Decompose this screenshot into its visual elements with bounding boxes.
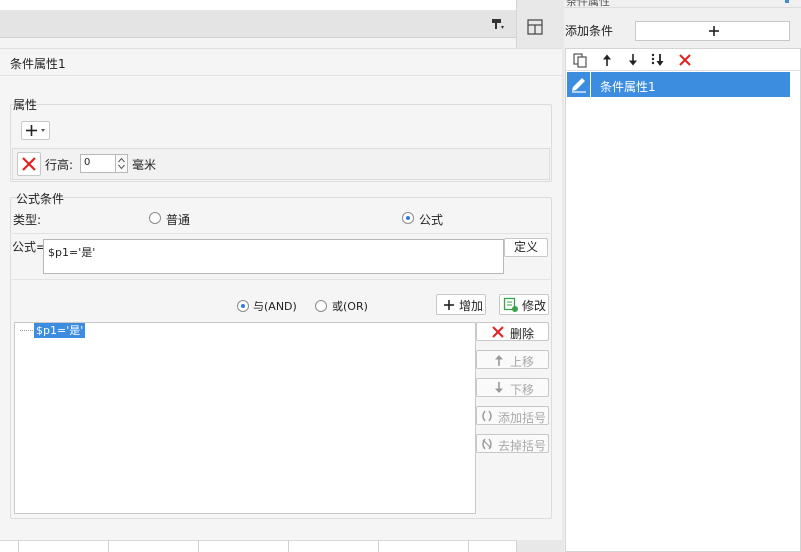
type-divider [12,233,550,234]
logic-and-radio[interactable] [237,300,249,312]
formula-input[interactable]: $p1='是' [43,239,504,274]
type-normal-radio[interactable] [149,212,161,224]
condition-item-label: 条件属性1 [600,80,656,94]
copy-icon[interactable] [572,52,588,68]
condition-list-item[interactable]: $p1='是' [34,323,86,338]
bottom-grid-strip [0,540,516,552]
add-condition-text: 添加条件 [565,24,614,38]
logic-or-radio[interactable] [315,300,327,312]
plus-icon [442,298,456,312]
remove-bracket-icon [480,437,494,451]
move-up-button[interactable]: 上移 [476,350,549,369]
main-toolbar [0,10,516,38]
remove-bracket-button[interactable]: 去掉括号 [476,434,549,453]
move-bottom-icon[interactable] [650,52,666,68]
modify-condition-button[interactable]: 修改 [499,294,549,315]
arrow-up-icon [492,353,506,367]
tree-connector [20,330,33,331]
row-height-stepper[interactable] [116,154,128,173]
right-toolbar-divider [566,70,800,71]
delete-condition-button[interactable]: 删除 [476,322,549,341]
logic-and-label[interactable]: 与(AND) [253,298,297,314]
modify-condition-label: 修改 [522,299,547,313]
grid-column-divider [198,540,199,552]
modify-icon [503,297,519,313]
arrow-down-icon [492,381,506,395]
attributes-legend: 属性 [13,98,38,112]
condition-tree-list[interactable] [14,322,476,514]
add-bracket-label: 添加括号 [498,411,547,425]
formula-conditions-legend: 公式条件 [16,192,65,206]
add-attribute-button[interactable] [21,121,50,140]
editor-title: 条件属性1 [10,57,66,71]
type-normal-label[interactable]: 普通 [166,211,190,228]
grid-column-divider [378,540,379,552]
grid-layout-icon[interactable] [526,18,544,36]
define-formula-button[interactable]: 定义 [504,238,548,257]
title-divider [0,75,562,76]
move-up-icon[interactable] [599,52,615,68]
delete-icon[interactable] [677,52,693,68]
add-condition-plus-button[interactable] [635,21,790,41]
window-title: 条件属性 [566,0,610,8]
bracket-icon [480,409,494,423]
row-height-input[interactable]: 0 [80,154,116,173]
edit-pencil-icon[interactable] [567,72,591,97]
delete-icon [491,325,505,339]
move-down-icon[interactable] [625,52,641,68]
type-label: 类型: [13,213,42,227]
add-condition-label: 增加 [459,299,484,313]
formula-label: 公式= [12,240,47,254]
move-down-button[interactable]: 下移 [476,378,549,397]
toolbar-spacer [0,38,516,48]
add-condition-button[interactable]: 增加 [436,294,486,315]
grid-column-divider [18,540,19,552]
type-formula-radio[interactable] [402,212,414,224]
remove-bracket-label: 去掉括号 [498,439,547,453]
header-accent-mark [785,0,789,3]
move-up-label: 上移 [510,355,535,369]
grid-column-divider [108,540,109,552]
formula-divider [12,279,550,280]
row-height-unit: 毫米 [132,158,157,172]
condition-list-panel [565,48,801,552]
plus-icon [707,24,721,38]
type-formula-label[interactable]: 公式 [419,211,443,228]
format-painter-icon[interactable] [491,17,505,31]
top-strip [0,0,516,10]
delete-condition-label: 删除 [510,327,535,341]
add-bracket-button[interactable]: 添加括号 [476,406,549,425]
row-height-label: 行高: [45,158,74,172]
remove-attribute-button[interactable] [17,152,41,176]
logic-or-label[interactable]: 或(OR) [332,298,368,314]
grid-column-divider [468,540,469,552]
grid-column-divider [288,540,289,552]
move-down-label: 下移 [510,383,535,397]
